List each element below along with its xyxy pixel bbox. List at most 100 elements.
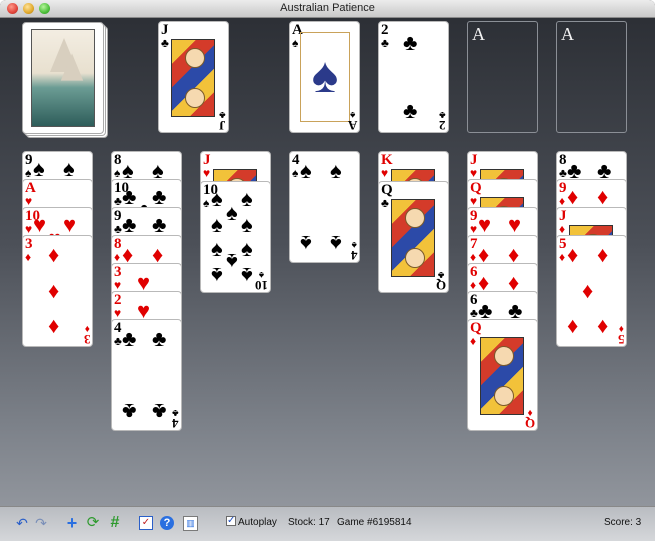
foundation-slot-1[interactable]: A (467, 21, 538, 133)
diamond-pip: ♦ (567, 242, 579, 267)
card-rank: 2 (114, 292, 122, 308)
card-rank: J (559, 208, 567, 224)
club-icon: ♣ (559, 166, 567, 180)
tableau-card[interactable]: Q ♣ Q ♣ (378, 181, 449, 293)
face-card-art (391, 199, 435, 277)
checklist-icon[interactable]: ✓ (139, 516, 153, 530)
hash-icon[interactable]: # (107, 515, 123, 531)
card-rank: 9 (559, 180, 567, 196)
diamond-pip: ♦ (597, 242, 609, 267)
spade-pip: ♠ (211, 212, 223, 237)
heart-icon: ♥ (25, 222, 33, 236)
card-rank: 8 (114, 236, 122, 252)
spade-pip: ♠ (330, 231, 342, 256)
spade-pip: ♠ (211, 186, 223, 211)
ship-artwork-icon (31, 29, 95, 127)
tableau-card[interactable]: 4 ♠ ♠ ♠ ♠ ♠ 4 ♠ (289, 151, 360, 263)
heart-icon: ♥ (470, 222, 478, 236)
stock-card-back[interactable] (22, 22, 104, 134)
foundation-slot-2[interactable]: A (556, 21, 627, 133)
heart-icon: ♥ (203, 166, 211, 180)
spade-pip: ♠ (300, 158, 312, 183)
spade-pip: ♠ (33, 156, 45, 181)
stock-count: Stock: 17 (288, 517, 330, 528)
card-corner: 10 ♠ (255, 269, 268, 293)
heart-pip: ♥ (478, 212, 492, 237)
club-icon: ♣ (172, 407, 179, 418)
card-rank: Q (524, 416, 535, 431)
club-pip: ♣ (122, 212, 137, 237)
card-rank: 4 (172, 416, 179, 431)
bottom-toolbar: ↶ ↷ + ⟳ # ✓ ? ▥ ✓ Autoplay Stock: 17 Gam… (0, 506, 655, 541)
club-icon: ♣ (381, 196, 389, 210)
tableau-card[interactable]: Q ♦ Q ♦ (467, 319, 538, 431)
autoplay-checkbox[interactable]: ✓ (226, 516, 236, 526)
tableau-card[interactable]: 10 ♠ ♠ ♠ ♠ ♠ ♠ ♠ ♠ ♠ ♠ ♠ 10 ♠ (200, 181, 271, 293)
card-rank: 8 (559, 152, 567, 168)
heart-icon: ♥ (470, 194, 478, 208)
card-corner: 5 ♦ (618, 323, 625, 346)
undo-arrow-icon[interactable]: ↶ (14, 515, 30, 531)
tableau-card[interactable]: 3 ♦ ♦ ♦ ♦ 3 ♦ (22, 235, 93, 347)
sail-shape (60, 53, 84, 81)
spade-icon: ♠ (292, 166, 299, 180)
redo-arrow-icon[interactable]: ↷ (33, 515, 49, 531)
card-rank: Q (435, 278, 446, 293)
card-rank: 3 (25, 236, 33, 252)
card-rank: Q (470, 320, 482, 336)
foundation-label: A (472, 24, 485, 44)
tableau-card[interactable]: 5 ♦ ♦ ♦ ♦ ♦ ♦ 5 ♦ (556, 235, 627, 347)
card-rank: 2 (381, 22, 389, 38)
diamond-pip: ♦ (48, 278, 60, 303)
card-corner: Q ♦ (524, 407, 535, 431)
game-window: Australian Patience J ♣ J ♣ A ♠ ♠ A ♠ 2 … (0, 0, 655, 541)
heart-icon: ♥ (114, 278, 122, 292)
game-number: Game #6195814 (337, 517, 412, 528)
card-rank: 3 (114, 264, 122, 280)
club-pip: ♣ (403, 98, 418, 123)
card-rank: 9 (25, 152, 33, 168)
heart-icon: ♥ (470, 166, 478, 180)
club-icon: ♣ (470, 306, 478, 320)
help-icon[interactable]: ? (160, 516, 174, 530)
large-spade-icon: ♠ (311, 47, 339, 103)
card-rank: 6 (470, 264, 478, 280)
diamond-icon: ♦ (114, 250, 121, 264)
club-icon: ♣ (114, 334, 122, 348)
diamond-pip: ♦ (567, 184, 579, 209)
waste-card-jack-clubs[interactable]: J ♣ J ♣ (158, 21, 229, 133)
refresh-icon[interactable]: ⟳ (85, 515, 101, 531)
autoplay-label: Autoplay (238, 517, 277, 528)
face-card-art (480, 337, 524, 415)
heart-icon: ♥ (114, 306, 122, 320)
plus-icon[interactable]: + (64, 514, 80, 532)
card-rank: Q (470, 180, 482, 196)
heart-icon: ♥ (25, 194, 33, 208)
card-corner: A ♠ (347, 109, 357, 133)
tableau-card[interactable]: 4 ♣ ♣ ♣ ♣ ♣ 4 ♣ (111, 319, 182, 431)
heart-pip: ♥ (508, 212, 522, 237)
card-rank: J (203, 152, 211, 168)
card-rank: 4 (350, 248, 358, 263)
card-corner: 3 ♦ (84, 323, 91, 346)
card-rank: 10 (255, 278, 268, 293)
spade-pip: ♠ (63, 156, 75, 181)
club-pip: ♣ (403, 30, 418, 55)
diamond-icon: ♦ (25, 250, 32, 264)
card-rank: A (347, 118, 357, 133)
two-clubs-card[interactable]: 2 ♣ ♣ ♣ 2 ♣ (378, 21, 449, 133)
card-rank: 4 (114, 320, 122, 336)
club-pip: ♣ (152, 399, 167, 424)
card-corner: 4 ♠ (350, 239, 358, 263)
diamond-icon: ♦ (470, 278, 477, 292)
chart-icon[interactable]: ▥ (183, 516, 198, 531)
ace-spades-card[interactable]: A ♠ ♠ A ♠ (289, 21, 360, 133)
heart-pip: ♥ (33, 212, 47, 237)
card-rank: 9 (470, 208, 478, 224)
card-rank: 8 (114, 152, 122, 168)
card-rank: 2 (439, 118, 446, 133)
card-rank: J (161, 22, 169, 38)
heart-icon: ♥ (381, 166, 389, 180)
spade-icon: ♠ (351, 239, 357, 250)
club-pip: ♣ (122, 399, 137, 424)
